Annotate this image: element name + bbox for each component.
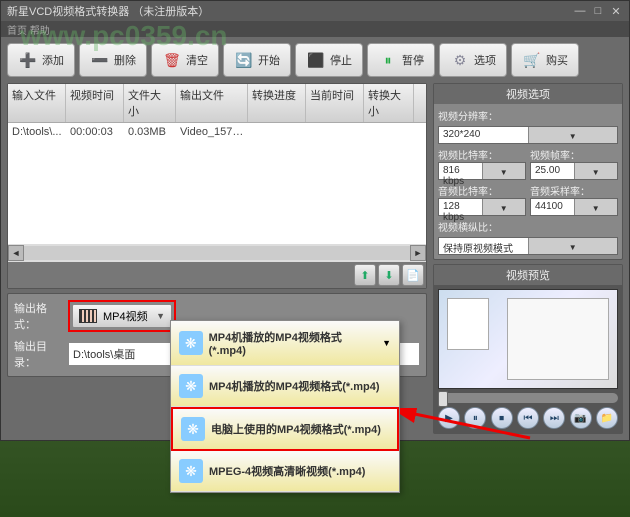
file-list-panel: 输入文件 视频时间 文件大小 输出文件 转换进度 当前时间 转换大小 D:\to… xyxy=(7,83,427,289)
scroll-track[interactable] xyxy=(24,246,410,260)
next-button[interactable]: ⏭ xyxy=(543,407,565,429)
info-button[interactable]: 📄 xyxy=(402,264,424,286)
scroll-left-icon[interactable]: ◄ xyxy=(8,245,24,261)
aspect-select[interactable]: 保持原视频模式▼ xyxy=(438,237,618,255)
format-dropdown: ❋ MP4机播放的MP4视频格式(*.mp4) ▼ ❋ MP4机播放的MP4视频… xyxy=(170,320,400,493)
pv-stop-button[interactable]: ⏹ xyxy=(491,407,513,429)
folder-button[interactable]: 📁 xyxy=(596,407,618,429)
pause-icon: ⏸ xyxy=(378,50,398,70)
move-up-button[interactable]: ⬆ xyxy=(354,264,376,286)
format-icon: ❋ xyxy=(179,331,203,355)
play-button[interactable]: ▶ xyxy=(438,407,460,429)
pause-button[interactable]: ⏸暂停 xyxy=(367,43,435,77)
stop-button[interactable]: ⬛停止 xyxy=(295,43,363,77)
format-icon: ❋ xyxy=(181,417,205,441)
minimize-icon[interactable]: — xyxy=(573,4,587,18)
preview-display xyxy=(438,289,618,389)
gear-icon: ⚙ xyxy=(450,50,470,70)
chevron-down-icon: ▼ xyxy=(528,238,618,254)
col-duration[interactable]: 视频时间 xyxy=(66,84,124,122)
vfps-label: 视频帧率： xyxy=(530,147,618,162)
dropdown-item[interactable]: ❋ MP4机播放的MP4视频格式(*.mp4) ▼ xyxy=(171,321,399,366)
add-button[interactable]: ➕添加 xyxy=(7,43,75,77)
format-highlight: MP4视频 ▼ xyxy=(68,300,176,332)
move-down-button[interactable]: ⬇ xyxy=(378,264,400,286)
refresh-icon: 🔄 xyxy=(234,50,254,70)
preview-panel: 视频预览 ▶ ⏸ ⏹ ⏮ ⏭ 📷 📁 xyxy=(433,264,623,434)
delete-button[interactable]: ➖删除 xyxy=(79,43,147,77)
col-output[interactable]: 输出文件 xyxy=(176,84,248,122)
col-size[interactable]: 文件大小 xyxy=(124,84,176,122)
dir-label: 输出目录： xyxy=(14,338,64,370)
chevron-down-icon: ▼ xyxy=(382,338,391,348)
start-button[interactable]: 🔄开始 xyxy=(223,43,291,77)
col-progress[interactable]: 转换进度 xyxy=(248,84,306,122)
file-table[interactable]: 输入文件 视频时间 文件大小 输出文件 转换进度 当前时间 转换大小 D:\to… xyxy=(8,84,426,244)
chevron-down-icon: ▼ xyxy=(574,199,618,215)
format-icon: ❋ xyxy=(179,459,203,483)
format-icon: ❋ xyxy=(179,374,203,398)
snapshot-button[interactable]: 📷 xyxy=(570,407,592,429)
list-actions: ⬆ ⬇ 📄 xyxy=(8,262,426,288)
abit-label: 音频比特率： xyxy=(438,183,526,198)
vbit-label: 视频比特率： xyxy=(438,147,526,162)
h-scrollbar[interactable]: ◄ ► xyxy=(8,244,426,262)
window-title: 新星VCD视频格式转换器 （未注册版本） xyxy=(7,3,209,19)
table-row[interactable]: D:\tools\... 00:00:03 0.03MB Video_1578.… xyxy=(8,123,426,141)
cart-icon: 🛒 xyxy=(522,50,542,70)
res-label: 视频分辨率： xyxy=(438,108,618,123)
settings-title: 视频选项 xyxy=(434,84,622,104)
buy-button[interactable]: 🛒购买 xyxy=(511,43,579,77)
trash-icon: 🗑 xyxy=(162,50,182,70)
asamp-select[interactable]: 44100▼ xyxy=(530,198,618,216)
dropdown-item[interactable]: ❋ MPEG-4视频高清晰视频(*.mp4) xyxy=(171,451,399,492)
vbit-select[interactable]: 816 kbps▼ xyxy=(438,162,526,180)
titlebar: 新星VCD视频格式转换器 （未注册版本） — □ ✕ xyxy=(1,1,629,21)
chevron-down-icon: ▼ xyxy=(482,199,526,215)
aspect-label: 视频横纵比： xyxy=(438,219,618,234)
format-select[interactable]: MP4视频 ▼ xyxy=(72,304,172,328)
scroll-right-icon[interactable]: ► xyxy=(410,245,426,261)
settings-panel: 视频选项 视频分辨率： 320*240▼ 视频比特率： 816 kbps▼ 视频… xyxy=(433,83,623,260)
col-input[interactable]: 输入文件 xyxy=(8,84,66,122)
chevron-down-icon: ▼ xyxy=(156,311,165,321)
format-label: 输出格式： xyxy=(14,300,64,332)
col-outsize[interactable]: 转换大小 xyxy=(364,84,414,122)
minus-icon: ➖ xyxy=(90,50,110,70)
toolbar: ➕添加 ➖删除 🗑清空 🔄开始 ⬛停止 ⏸暂停 ⚙选项 🛒购买 xyxy=(1,37,629,83)
maximize-icon[interactable]: □ xyxy=(591,4,605,18)
chevron-down-icon: ▼ xyxy=(482,163,526,179)
dropdown-item[interactable]: ❋ MP4机播放的MP4视频格式(*.mp4) xyxy=(171,366,399,407)
dropdown-item-selected[interactable]: ❋ 电脑上使用的MP4视频格式(*.mp4) xyxy=(171,407,399,451)
plus-icon: ➕ xyxy=(18,50,38,70)
res-select[interactable]: 320*240▼ xyxy=(438,126,618,144)
abit-select[interactable]: 128 kbps▼ xyxy=(438,198,526,216)
vfps-select[interactable]: 25.00▼ xyxy=(530,162,618,180)
chevron-down-icon: ▼ xyxy=(574,163,618,179)
preview-slider[interactable] xyxy=(438,393,618,403)
film-icon xyxy=(79,309,97,323)
table-header: 输入文件 视频时间 文件大小 输出文件 转换进度 当前时间 转换大小 xyxy=(8,84,426,123)
pv-pause-button[interactable]: ⏸ xyxy=(464,407,486,429)
col-time[interactable]: 当前时间 xyxy=(306,84,364,122)
chevron-down-icon: ▼ xyxy=(528,127,618,143)
prev-button[interactable]: ⏮ xyxy=(517,407,539,429)
options-button[interactable]: ⚙选项 xyxy=(439,43,507,77)
close-icon[interactable]: ✕ xyxy=(609,4,623,18)
clear-button[interactable]: 🗑清空 xyxy=(151,43,219,77)
preview-title: 视频预览 xyxy=(434,265,622,285)
stop-icon: ⬛ xyxy=(306,50,326,70)
asamp-label: 音频采样率： xyxy=(530,183,618,198)
menu-bar[interactable]: 首页 帮助 xyxy=(1,21,629,37)
